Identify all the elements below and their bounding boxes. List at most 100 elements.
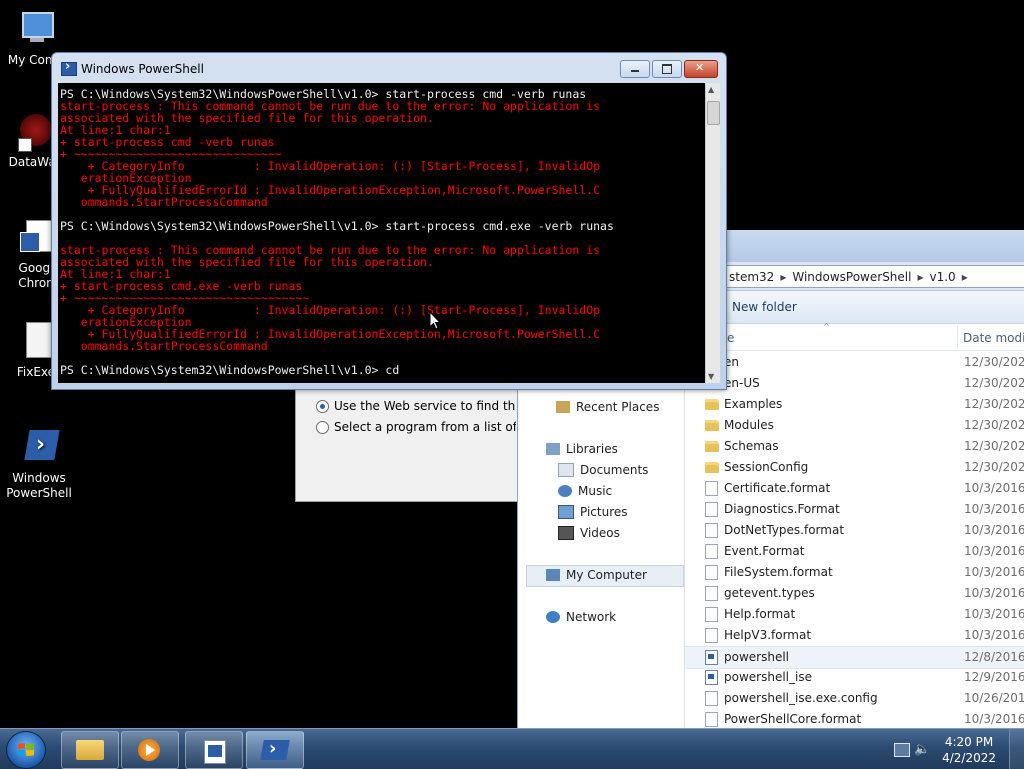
column-header-date[interactable]: Date modifi [963, 331, 1024, 345]
play-icon [146, 744, 155, 756]
file-row[interactable]: FileSystem.format 10/3/2016 2 [685, 562, 1024, 583]
radio-web-service[interactable]: Use the Web service to find the correc [316, 399, 516, 413]
file-name: en-US [724, 376, 760, 390]
shortcut-icon [16, 218, 56, 258]
column-header-name[interactable]: e [727, 331, 734, 345]
nav-label: Pictures [580, 505, 628, 519]
file-row[interactable]: Certificate.format 10/3/2016 2 [685, 478, 1024, 499]
nav-videos[interactable]: Videos [558, 526, 620, 540]
volume-tray-icon[interactable]: 🔈 [914, 742, 930, 757]
file-date: 10/26/2016 [964, 691, 1024, 705]
scroll-down-icon[interactable]: ▼ [708, 372, 714, 381]
pictures-icon [558, 505, 574, 519]
file-row[interactable]: Modules 12/30/2021 [685, 415, 1024, 436]
close-button[interactable] [684, 60, 718, 78]
powershell-icon[interactable] [61, 59, 77, 76]
vertical-scrollbar[interactable]: ▲ ▼ [705, 83, 720, 383]
desktop-icon-label: Windows PowerShell [6, 471, 72, 500]
file-name: powershell_ise.exe.config [724, 691, 878, 705]
taskbar-explorer-button[interactable] [61, 731, 119, 769]
file-row[interactable]: Help.format 10/3/2016 2 [685, 604, 1024, 625]
file-row[interactable]: Diagnostics.Format 10/3/2016 2 [685, 499, 1024, 520]
breadcrumb-chevron-icon[interactable]: ▸ [962, 270, 968, 284]
file-date: 10/3/2016 2 [964, 481, 1024, 495]
recent-places-icon [556, 401, 570, 413]
column-divider[interactable] [957, 326, 958, 348]
console-line: ommands.StartProcessCommand [80, 195, 268, 209]
document-icon [705, 565, 718, 580]
console-line: ommands.StartProcessCommand [80, 339, 268, 353]
file-date: 12/30/2021 [964, 460, 1024, 474]
file-row[interactable]: DotNetTypes.format 10/3/2016 2 [685, 520, 1024, 541]
file-list-pane: e ^ Date modifi en12/30/2021 en-US 12/30/2… [685, 322, 1024, 730]
network-tray-icon[interactable] [894, 743, 910, 757]
folder-icon [705, 399, 719, 410]
file-date: 10/3/2016 2 [964, 607, 1024, 621]
radio-unselected-icon[interactable] [316, 420, 329, 434]
powershell-window: Windows PowerShell PS C:\Windows\System3… [51, 52, 727, 390]
maximize-button[interactable] [652, 60, 682, 78]
file-row[interactable]: Examples 12/30/2021 [685, 394, 1024, 415]
nav-label: Recent Places [576, 400, 660, 414]
file-row[interactable]: Event.Format 10/3/2016 2 [685, 541, 1024, 562]
taskbar-powershell-button[interactable]: › [246, 731, 304, 769]
clock-date: 4/2/2022 [942, 751, 996, 765]
nav-recent-places[interactable]: Recent Places [556, 400, 659, 414]
file-row[interactable]: SessionConfig 12/30/2021 [685, 457, 1024, 478]
radio-select-program[interactable]: Select a program from a list of installe… [316, 420, 516, 434]
console-output[interactable]: PS C:\Windows\System32\WindowsPowerShell… [58, 83, 706, 383]
file-date: 10/3/2016 2 [964, 523, 1024, 537]
computer-icon [16, 10, 56, 50]
nav-documents[interactable]: Documents [558, 463, 648, 477]
network-icon [546, 611, 560, 623]
new-folder-button[interactable]: New folder [732, 300, 797, 314]
executable-icon [705, 670, 718, 685]
nav-libraries[interactable]: Libraries [546, 442, 618, 456]
minimize-button[interactable] [620, 60, 650, 78]
nav-network[interactable]: Network [546, 610, 616, 624]
file-row[interactable]: powershell_ise.exe.config 10/26/2016 [685, 688, 1024, 709]
show-desktop-button[interactable] [1009, 729, 1024, 769]
nav-pictures[interactable]: Pictures [558, 505, 628, 519]
nav-music[interactable]: Music [558, 484, 612, 498]
nav-label: Network [566, 610, 617, 624]
nav-label: Documents [580, 463, 649, 477]
taskbar-powershell-ise-button[interactable] [185, 731, 243, 769]
clock[interactable]: 4:20 PM 4/2/2022 [942, 734, 996, 766]
file-row[interactable]: Schemas 12/30/2021 [685, 436, 1024, 457]
file-row[interactable]: powershell 12/8/2016 9 [685, 646, 1024, 669]
taskbar-media-player-button[interactable] [121, 731, 179, 769]
file-row[interactable]: PowerShellCore.format 10/3/2016 2 [685, 709, 1024, 730]
start-button[interactable] [6, 731, 46, 769]
file-name: Certificate.format [724, 481, 831, 495]
breadcrumb-chevron-icon[interactable]: ▸ [780, 270, 786, 284]
folder-icon [705, 441, 719, 452]
document-icon [705, 523, 718, 538]
documents-icon [558, 463, 574, 477]
breadcrumb-v1[interactable]: v1.0 [930, 270, 956, 284]
file-date: 12/30/2021 [964, 418, 1024, 432]
file-row[interactable]: powershell_ise 12/9/2016 2 [685, 667, 1024, 688]
nav-my-computer[interactable]: My Computer [546, 568, 647, 582]
desktop-icon-windows-powershell[interactable]: › Windows PowerShell [3, 428, 75, 501]
file-row[interactable]: getevent.types 10/3/2016 2 [685, 583, 1024, 604]
file-name: powershell [724, 650, 789, 664]
breadcrumb-windowspowershell[interactable]: WindowsPowerShell [792, 270, 911, 284]
scroll-up-icon[interactable]: ▲ [708, 85, 714, 94]
breadcrumb-chevron-icon[interactable]: ▸ [917, 270, 923, 284]
file-icon [16, 322, 56, 362]
radio-selected-icon[interactable] [316, 399, 329, 413]
scrollbar-thumb[interactable] [707, 101, 720, 125]
file-row[interactable]: en-US 12/30/2021 [685, 373, 1024, 394]
document-icon [705, 544, 718, 559]
file-row[interactable]: en12/30/2021 [685, 352, 1024, 373]
document-icon [705, 502, 718, 517]
videos-icon [558, 526, 574, 540]
computer-icon [546, 569, 560, 581]
breadcrumb-system32[interactable]: stem32 [729, 270, 774, 284]
file-name: Help.format [724, 607, 796, 621]
address-bar[interactable]: stem32 ▸ WindowsPowerShell ▸ v1.0 ▸ [722, 265, 1024, 288]
file-row[interactable]: HelpV3.format 10/3/2016 2 [685, 625, 1024, 646]
window-controls [618, 60, 718, 78]
document-icon [705, 586, 718, 601]
